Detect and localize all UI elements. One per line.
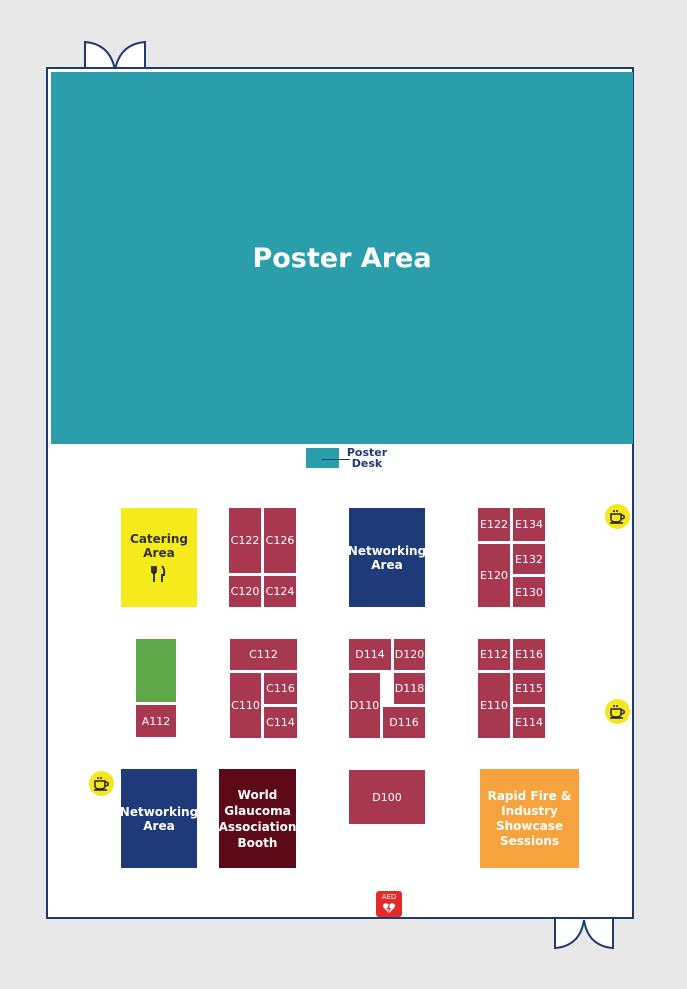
- booth-e114[interactable]: E114: [513, 707, 545, 738]
- networking-top-label-line2: Area: [371, 557, 403, 572]
- booth-d100[interactable]: D100: [349, 770, 425, 824]
- poster-area-label: Poster Area: [252, 242, 432, 274]
- booth-a112[interactable]: A112: [136, 705, 176, 737]
- networking-top-label-line1: Networking: [347, 543, 427, 558]
- rapid-fire-label-line1: Rapid Fire &: [487, 788, 572, 803]
- booth-d114[interactable]: D114: [349, 639, 391, 670]
- networking-bottom-label-line2: Area: [143, 818, 175, 833]
- booth-c124[interactable]: C124: [264, 576, 296, 607]
- aed-heart-icon: [382, 903, 396, 913]
- booth-c112[interactable]: C112: [230, 639, 297, 670]
- booth-e116[interactable]: E116: [513, 639, 545, 670]
- bottom-door-icon: [554, 918, 614, 950]
- booth-e120[interactable]: E120: [478, 544, 510, 607]
- booth-d110[interactable]: D110: [349, 673, 380, 738]
- green-area[interactable]: [136, 639, 176, 702]
- poster-desk[interactable]: [306, 448, 339, 468]
- catering-area[interactable]: Catering Area: [121, 508, 197, 607]
- booth-d120[interactable]: D120: [394, 639, 425, 670]
- poster-desk-label: Poster Desk: [344, 447, 390, 469]
- aed-marker: AED: [376, 891, 402, 917]
- booth-c116[interactable]: C116: [264, 673, 297, 704]
- wga-booth[interactable]: World Glaucoma Association Booth: [219, 769, 296, 868]
- booth-e130[interactable]: E130: [513, 577, 545, 607]
- rapid-fire-label-line2: Industry: [501, 803, 558, 818]
- booth-c110[interactable]: C110: [230, 673, 261, 738]
- coffee-cup-icon: [89, 771, 114, 796]
- booth-c126[interactable]: C126: [264, 508, 296, 573]
- fork-knife-icon: [151, 565, 166, 582]
- booth-c114[interactable]: C114: [264, 707, 297, 738]
- booth-e122[interactable]: E122: [478, 508, 510, 541]
- catering-label-line2: Area: [143, 546, 175, 560]
- networking-area-bottom[interactable]: Networking Area: [119, 769, 199, 868]
- booth-e110[interactable]: E110: [478, 673, 510, 738]
- booth-c122[interactable]: C122: [229, 508, 261, 573]
- wga-booth-label-line3: Association: [218, 819, 297, 834]
- coffee-cup-icon: [605, 699, 630, 724]
- wga-booth-label-line2: Glaucoma: [224, 803, 291, 818]
- booth-e112[interactable]: E112: [478, 639, 510, 670]
- networking-area-top[interactable]: Networking Area: [347, 508, 427, 607]
- catering-label-line1: Catering: [130, 532, 188, 546]
- booth-c120[interactable]: C120: [229, 576, 261, 607]
- wga-booth-label-line4: Booth: [237, 835, 278, 850]
- booth-d116[interactable]: D116: [383, 707, 425, 738]
- poster-desk-label-line2: Desk: [351, 457, 383, 470]
- booth-e132[interactable]: E132: [513, 544, 545, 574]
- booth-e115[interactable]: E115: [513, 673, 545, 704]
- booth-d118[interactable]: D118: [394, 673, 425, 704]
- rapid-fire-sessions[interactable]: Rapid Fire & Industry Showcase Sessions: [480, 769, 579, 868]
- networking-bottom-label-line1: Networking: [119, 804, 199, 819]
- booth-e134[interactable]: E134: [513, 508, 545, 541]
- rapid-fire-label-line4: Sessions: [499, 833, 560, 848]
- rapid-fire-label-line3: Showcase: [495, 818, 563, 833]
- aed-label: AED: [381, 893, 397, 901]
- coffee-cup-icon: [605, 504, 630, 529]
- wga-booth-label-line1: World: [237, 787, 278, 802]
